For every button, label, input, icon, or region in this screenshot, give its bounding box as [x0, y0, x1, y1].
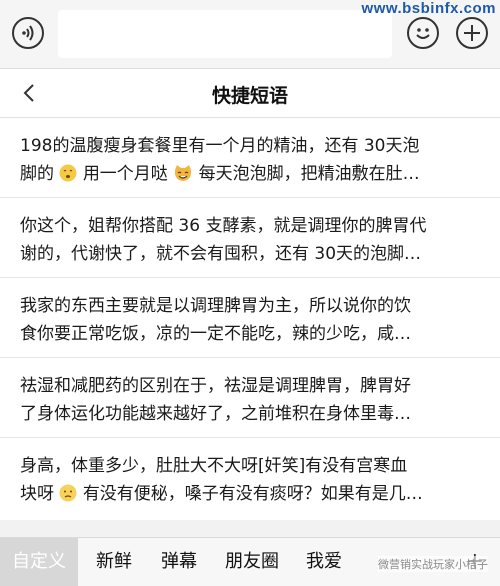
- panel-header: 快捷短语: [0, 69, 500, 118]
- tab-my-love[interactable]: 我爱: [306, 538, 342, 586]
- phrase-line: 身高，体重多少，肚肚大不大呀[奸笑]有没有宫寒血: [20, 456, 408, 476]
- phrase-line: 谢的，代谢快了，就不会有囤积，还有 30天的泡脚…: [20, 244, 422, 264]
- phrase-line: 脚的 用一个月哒 每天泡泡脚，把精油敷在肚…: [20, 160, 480, 188]
- phrase-item[interactable]: 你这个，姐帮你搭配 36 支酵素，就是调理你的脾胃代 谢的，代谢快了，就不会有囤…: [0, 198, 500, 278]
- add-icon: [464, 25, 480, 41]
- message-input[interactable]: [58, 10, 392, 58]
- tab-moments[interactable]: 朋友圈: [225, 538, 279, 586]
- voice-button[interactable]: [12, 17, 44, 49]
- add-button[interactable]: [456, 17, 488, 49]
- phrase-text: 用一个月哒: [82, 164, 168, 184]
- phrase-line: 块呀 有没有便秘，嗓子有没有痰呀？如果有是几…: [20, 480, 480, 508]
- phrase-line: 我家的东西主要就是以调理脾胃为主，所以说你的饮: [20, 296, 411, 316]
- emoji-button[interactable]: [407, 17, 439, 49]
- phrase-line: 食你要正常吃饭，凉的一定不能吃，辣的少吃，咸…: [20, 324, 411, 344]
- phrase-line: 祛湿和减肥药的区别在于，祛湿是调理脾胃，脾胃好: [20, 376, 411, 396]
- cat-face-icon: [175, 165, 192, 181]
- smirk-face-icon: [59, 164, 77, 182]
- phrase-item[interactable]: 我家的东西主要就是以调理脾胃为主，所以说你的饮 食你要正常吃饭，凉的一定不能吃，…: [0, 278, 500, 358]
- tab-fresh[interactable]: 新鲜: [96, 538, 132, 586]
- category-tabs: 自定义 新鲜 弹幕 朋友圈 我爱 + 微营销实战玩家小桔子: [0, 537, 500, 586]
- emoji-face-icon: [416, 28, 430, 39]
- phrase-line: 198的温腹瘦身套餐里有一个月的精油，还有 30天泡: [20, 136, 420, 156]
- phrase-text: 有没有便秘，嗓子有没有痰呀？如果有是几…: [82, 484, 423, 504]
- tab-custom[interactable]: 自定义: [0, 538, 78, 586]
- phrase-text: 块呀: [20, 484, 54, 504]
- phrase-text: 每天泡泡脚，把精油敷在肚…: [198, 164, 420, 184]
- phrase-item[interactable]: 198的温腹瘦身套餐里有一个月的精油，还有 30天泡 脚的 用一个月哒 每天泡泡…: [0, 118, 500, 198]
- frown-face-icon: [59, 484, 77, 502]
- site-watermark: www.bsbinfx.com: [361, 0, 496, 17]
- voice-icon: [22, 25, 34, 41]
- credit-watermark: 微营销实战玩家小桔子: [378, 556, 488, 572]
- phrase-list: 198的温腹瘦身套餐里有一个月的精油，还有 30天泡 脚的 用一个月哒 每天泡泡…: [0, 118, 500, 520]
- phrase-item[interactable]: 身高，体重多少，肚肚大不大呀[奸笑]有没有宫寒血 块呀 有没有便秘，嗓子有没有痰…: [0, 438, 500, 520]
- tab-danmaku[interactable]: 弹幕: [161, 538, 197, 586]
- phrase-line: 了身体运化功能越来越好了，之前堆积在身体里毒…: [20, 404, 411, 424]
- page-title: 快捷短语: [211, 85, 288, 107]
- phrase-item[interactable]: 祛湿和减肥药的区别在于，祛湿是调理脾胃，脾胃好 了身体运化功能越来越好了，之前堆…: [0, 358, 500, 438]
- phrase-line: 你这个，姐帮你搭配 36 支酵素，就是调理你的脾胃代: [20, 216, 427, 236]
- phrase-text: 脚的: [20, 164, 54, 184]
